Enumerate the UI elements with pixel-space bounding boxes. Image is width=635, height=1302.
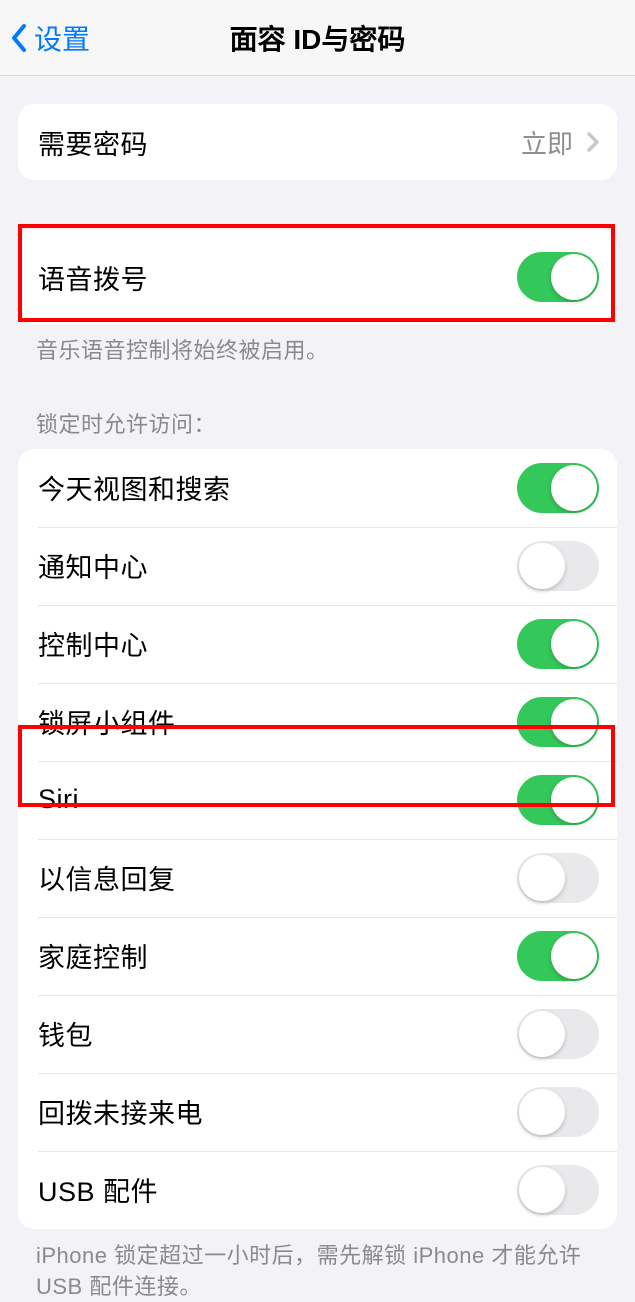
voice-dial-footer: 音乐语音控制将始终被启用。 [0,324,635,367]
lock-access-row: 控制中心 [18,605,617,683]
lock-access-item-label: Siri [38,784,79,815]
chevron-left-icon [10,23,28,53]
voice-dial-group: 语音拨号 [18,230,617,324]
lock-access-item-label: 控制中心 [38,624,148,663]
voice-dial-label: 语音拨号 [38,258,148,297]
chevron-right-icon [587,132,599,152]
require-passcode-label: 需要密码 [38,123,148,162]
lock-access-item-label: 回拨未接来电 [38,1092,203,1131]
lock-access-toggle[interactable] [517,1087,599,1137]
back-button[interactable]: 设置 [10,18,90,58]
lock-access-toggle[interactable] [517,541,599,591]
require-passcode-row[interactable]: 需要密码 立即 [18,104,617,180]
passcode-group: 需要密码 立即 [18,104,617,180]
lock-access-row: 钱包 [18,995,617,1073]
voice-dial-row: 语音拨号 [18,238,617,316]
lock-access-toggle[interactable] [517,931,599,981]
lock-access-row: 回拨未接来电 [18,1073,617,1151]
require-passcode-value: 立即 [521,124,599,161]
lock-access-toggle[interactable] [517,1009,599,1059]
lock-access-row: Siri [18,761,617,839]
lock-access-toggle[interactable] [517,619,599,669]
lock-access-item-label: 钱包 [38,1014,93,1053]
lock-access-toggle[interactable] [517,775,599,825]
lock-access-group: 今天视图和搜索通知中心控制中心锁屏小组件 Siri 以信息回复家庭控制钱包回拨未接来… [18,449,617,1229]
page-title: 面容 ID与密码 [230,18,406,58]
lock-access-toggle[interactable] [517,853,599,903]
lock-access-item-label: 锁屏小组件 [38,702,176,741]
lock-access-item-label: 以信息回复 [38,858,176,897]
lock-access-toggle[interactable] [517,463,599,513]
lock-access-toggle[interactable] [517,697,599,747]
lock-access-row: 家庭控制 [18,917,617,995]
voice-dial-toggle[interactable] [517,252,599,302]
lock-access-row: 今天视图和搜索 [18,449,617,527]
lock-access-row: 通知中心 [18,527,617,605]
nav-header: 设置 面容 ID与密码 [0,0,635,76]
lock-access-item-label: 家庭控制 [38,936,148,975]
lock-access-item-label: 通知中心 [38,546,148,585]
lock-access-toggle[interactable] [517,1165,599,1215]
lock-access-row: 锁屏小组件 [18,683,617,761]
lock-access-footer: iPhone 锁定超过一小时后，需先解锁 iPhone 才能允许 USB 配件连… [0,1229,635,1302]
lock-access-header: 锁定时允许访问： [0,407,635,439]
lock-access-item-label: 今天视图和搜索 [38,468,231,507]
lock-access-row: 以信息回复 [18,839,617,917]
back-label: 设置 [34,18,90,58]
lock-access-item-label: USB 配件 [38,1170,158,1209]
lock-access-row: USB 配件 [18,1151,617,1229]
